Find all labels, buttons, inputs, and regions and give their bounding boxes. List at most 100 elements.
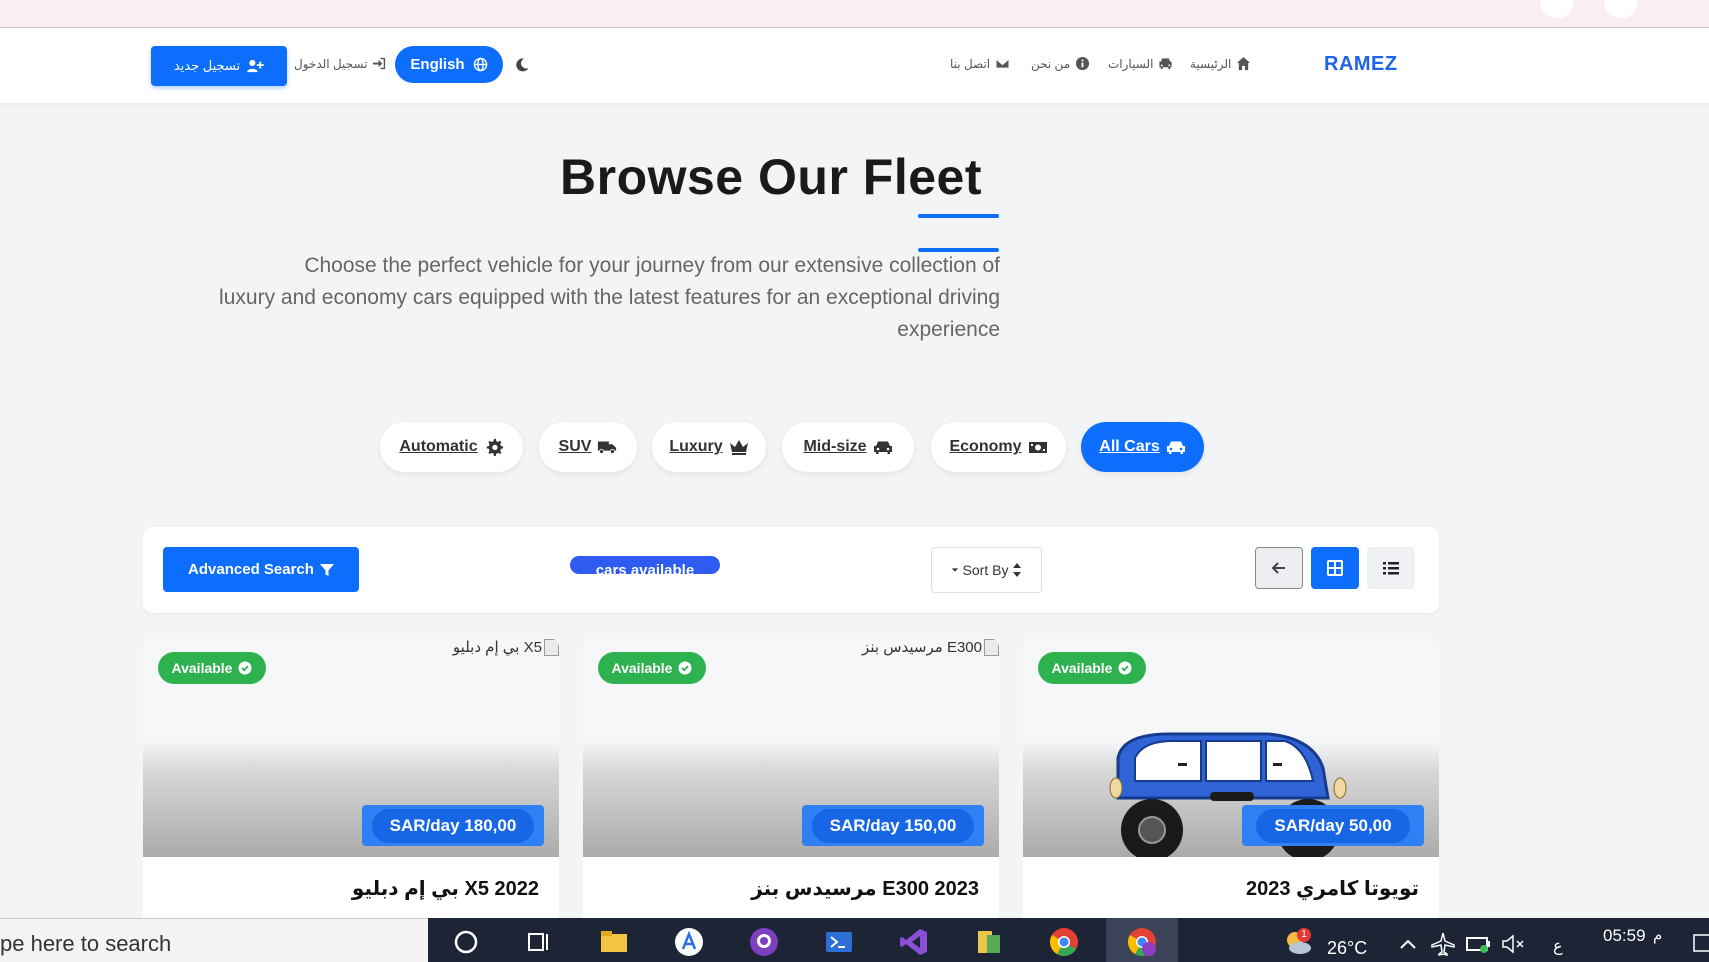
money-icon bbox=[1028, 442, 1047, 453]
crown-icon bbox=[729, 440, 748, 455]
check-circle-icon bbox=[238, 661, 252, 675]
status-badge: Available bbox=[1038, 652, 1146, 684]
car-title[interactable]: مرسيدس بنز E300 2023 bbox=[751, 876, 979, 901]
filter-label: All Cars bbox=[1099, 438, 1160, 455]
archive-tool-icon[interactable] bbox=[973, 926, 1005, 958]
grid-icon bbox=[1327, 560, 1343, 576]
nav-home[interactable]: الرئيسية bbox=[1190, 56, 1251, 71]
file-explorer-icon[interactable] bbox=[598, 926, 630, 958]
price-label: SAR/day 150,00 bbox=[811, 808, 975, 843]
filter-suv[interactable]: SUV bbox=[539, 422, 637, 472]
filter-label: Economy bbox=[949, 438, 1022, 455]
status-badge: Available bbox=[598, 652, 706, 684]
arrow-left-icon bbox=[1271, 562, 1285, 574]
login-label: تسجيل الدخول bbox=[294, 56, 368, 71]
cars-count-badge: cars available bbox=[570, 556, 720, 574]
home-icon bbox=[1237, 56, 1251, 71]
broken-image-icon bbox=[984, 638, 999, 656]
status-label: Available bbox=[171, 660, 233, 676]
car-image: مرسيدس بنز E300 Available SAR/day 150,00 bbox=[583, 638, 999, 857]
cortana-icon[interactable] bbox=[450, 926, 482, 958]
moon-icon[interactable] bbox=[514, 57, 530, 73]
car-title[interactable]: بي إم دبليو X5 2022 bbox=[352, 876, 539, 901]
advanced-search-button[interactable]: Advanced Search bbox=[163, 547, 359, 592]
clock-ampm: م bbox=[1653, 927, 1663, 944]
powershell-icon[interactable] bbox=[823, 926, 855, 958]
app-store-icon[interactable] bbox=[673, 926, 705, 958]
price-tag: SAR/day 180,00 bbox=[362, 805, 544, 846]
truck-icon bbox=[598, 441, 617, 455]
navbar: RAMEZ الرئيسية السيارات من نحن اتصل بنا … bbox=[0, 28, 1709, 103]
visual-studio-icon[interactable] bbox=[898, 926, 930, 958]
nav-contact[interactable]: اتصل بنا bbox=[950, 56, 1010, 71]
chrome-icon[interactable] bbox=[1048, 926, 1080, 958]
grid-view-button[interactable] bbox=[1311, 547, 1359, 589]
filter-automatic[interactable]: Automatic bbox=[380, 422, 523, 472]
status-label: Available bbox=[1051, 660, 1113, 676]
notification-count: 1 bbox=[1297, 928, 1311, 942]
nav-cars-label: السيارات bbox=[1108, 56, 1154, 71]
price-tag: SAR/day 50,00 bbox=[1242, 805, 1424, 846]
language-toggle-button[interactable]: English bbox=[395, 46, 503, 83]
battery-icon[interactable] bbox=[1462, 928, 1494, 960]
car-image: Available SAR/day 50,00 bbox=[1023, 638, 1439, 857]
chevron-up-icon[interactable] bbox=[1392, 928, 1424, 960]
browser-button[interactable] bbox=[1604, 0, 1638, 18]
github-icon[interactable] bbox=[748, 926, 780, 958]
login-link[interactable]: تسجيل الدخول bbox=[294, 56, 387, 71]
car-title[interactable]: تويوتا كامري 2023 bbox=[1246, 876, 1419, 901]
filter-economy[interactable]: Economy bbox=[931, 422, 1066, 472]
status-badge: Available bbox=[158, 652, 266, 684]
back-button[interactable] bbox=[1255, 547, 1303, 589]
brand-logo[interactable]: RAMEZ bbox=[1324, 53, 1398, 76]
car-card[interactable]: بي إم دبليو X5 Available SAR/day 180,00 … bbox=[143, 638, 559, 918]
chrome-profile-icon bbox=[1128, 928, 1156, 956]
filter-label: Automatic bbox=[399, 438, 478, 455]
volume-muted-icon[interactable] bbox=[1497, 928, 1529, 960]
filter-icon bbox=[319, 563, 334, 576]
filter-all-cars[interactable]: All Cars bbox=[1081, 422, 1204, 472]
register-button[interactable]: تسجيل جديد bbox=[151, 46, 287, 86]
broken-image: مرسيدس بنز E300 bbox=[862, 638, 999, 656]
sort-dropdown[interactable]: Sort By bbox=[931, 547, 1042, 593]
car-card[interactable]: Available SAR/day 50,00 تويوتا كامري 202… bbox=[1023, 638, 1439, 918]
filter-label: SUV bbox=[558, 438, 592, 455]
language-label: English bbox=[410, 56, 465, 73]
taskbar-search-input[interactable]: pe here to search bbox=[0, 918, 428, 962]
airplane-icon[interactable] bbox=[1427, 928, 1459, 960]
status-label: Available bbox=[611, 660, 673, 676]
register-label: تسجيل جديد bbox=[173, 58, 241, 73]
price-label: SAR/day 180,00 bbox=[371, 808, 535, 843]
clock-time[interactable]: 05:59 bbox=[1603, 926, 1646, 946]
car-image: بي إم دبليو X5 Available SAR/day 180,00 bbox=[143, 638, 559, 857]
nav-about-label: من نحن bbox=[1031, 56, 1071, 71]
weather-temp[interactable]: 26°C bbox=[1327, 938, 1367, 959]
input-language[interactable]: ع bbox=[1553, 936, 1563, 956]
taskbar-active-app[interactable] bbox=[1106, 918, 1178, 962]
price-tag: SAR/day 150,00 bbox=[802, 805, 984, 846]
car-card[interactable]: مرسيدس بنز E300 Available SAR/day 150,00… bbox=[583, 638, 999, 918]
results-toolbar: Advanced Search cars available Sort By bbox=[143, 527, 1439, 613]
advanced-search-label: Advanced Search bbox=[188, 561, 314, 578]
image-alt-text: بي إم دبليو X5 bbox=[452, 639, 542, 656]
filter-luxury[interactable]: Luxury bbox=[652, 422, 766, 472]
list-view-button[interactable] bbox=[1367, 547, 1415, 589]
info-icon bbox=[1076, 56, 1090, 71]
nav-about[interactable]: من نحن bbox=[1031, 56, 1090, 71]
filter-midsize[interactable]: Mid-size bbox=[782, 422, 914, 472]
filter-label: Luxury bbox=[669, 438, 723, 455]
title-underline bbox=[918, 214, 999, 218]
car-icon bbox=[873, 441, 892, 454]
broken-image-icon bbox=[544, 638, 559, 656]
check-circle-icon bbox=[678, 661, 692, 675]
caret-down-icon bbox=[951, 568, 958, 572]
car-icon bbox=[1166, 441, 1185, 454]
browser-button[interactable] bbox=[1540, 0, 1574, 18]
filter-label: Mid-size bbox=[803, 438, 867, 455]
task-view-icon[interactable] bbox=[522, 926, 554, 958]
nav-cars[interactable]: السيارات bbox=[1108, 56, 1173, 71]
nav-contact-label: اتصل بنا bbox=[950, 56, 991, 71]
sort-icon bbox=[1013, 563, 1022, 577]
notification-center-icon[interactable] bbox=[1688, 928, 1709, 960]
car-icon bbox=[1159, 58, 1172, 70]
